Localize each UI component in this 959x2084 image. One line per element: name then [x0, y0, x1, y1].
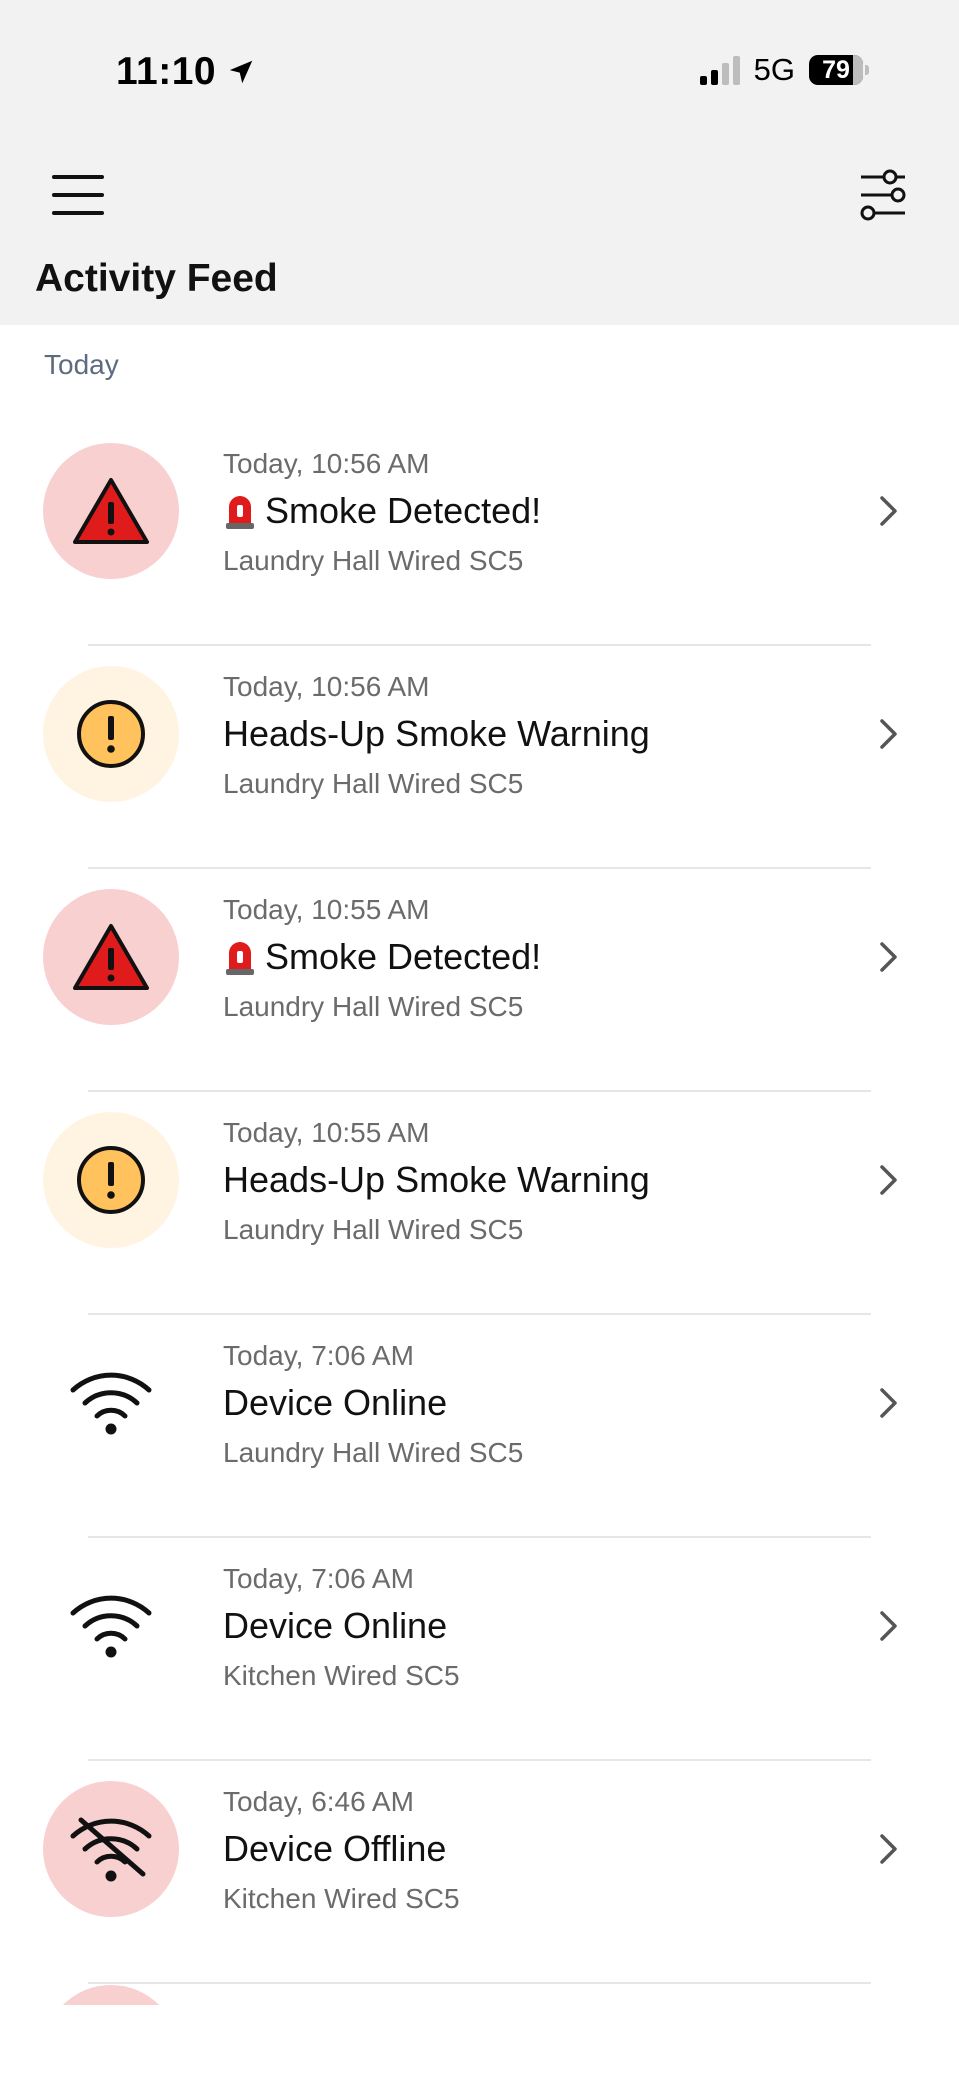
feed-item[interactable]: Today, 6:46 AM Device Offline Kitchen Wi… [0, 1761, 959, 1984]
cellular-signal-icon [699, 55, 740, 85]
event-title: Device Online [223, 1382, 448, 1423]
event-title-row: Device Online [223, 1605, 447, 1647]
status-indicators: 5G 79 [699, 52, 869, 88]
chevron-right-icon [880, 1611, 897, 1641]
event-time: Today, 10:55 AM [223, 1117, 430, 1148]
chevron-right-icon [880, 1388, 897, 1418]
event-title-row: Device Offline [223, 1828, 446, 1870]
event-title: Device Online [223, 1605, 448, 1646]
event-title-row: Heads-Up Smoke Warning [223, 713, 650, 755]
online-icon-badge [43, 1335, 179, 1471]
feed-list: Today, 10:56 AM Smoke Detected! Laundry … [0, 423, 959, 1984]
event-time: Today, 10:56 AM [223, 671, 430, 702]
event-device: Laundry Hall Wired SC5 [223, 768, 524, 799]
location-arrow-icon [229, 60, 253, 84]
warning-icon-badge [43, 1112, 179, 1248]
event-time: Today, 7:06 AM [223, 1340, 414, 1371]
chevron-right-icon [880, 1834, 897, 1864]
event-title-row: Heads-Up Smoke Warning [223, 1159, 650, 1201]
feed-item[interactable]: Today, 10:55 AM Heads-Up Smoke Warning L… [0, 1092, 959, 1315]
section-label-today: Today [44, 349, 119, 380]
hamburger-menu-button[interactable] [52, 175, 104, 215]
event-device: Kitchen Wired SC5 [223, 1883, 460, 1914]
feed-item[interactable]: Today, 10:55 AM Smoke Detected! Laundry … [0, 869, 959, 1092]
chevron-right-icon [880, 496, 897, 526]
event-device: Kitchen Wired SC5 [223, 1660, 460, 1691]
event-title-row: Smoke Detected! [223, 490, 541, 532]
page-title: Activity Feed [35, 257, 278, 300]
wifi-off-icon [70, 1817, 152, 1882]
warning-circle-icon [77, 1146, 145, 1214]
event-title: Heads-Up Smoke Warning [223, 713, 650, 754]
activity-feed[interactable]: Today Today, 10:56 AM Smoke Detected! La… [0, 325, 959, 2005]
siren-icon [226, 496, 254, 529]
status-bar: 11:10 5G 79 [0, 0, 959, 140]
online-icon-badge [43, 1558, 179, 1694]
event-device: Laundry Hall Wired SC5 [223, 545, 524, 576]
alarm-triangle-icon [73, 478, 149, 544]
feed-item[interactable]: Today, 10:56 AM Heads-Up Smoke Warning L… [0, 646, 959, 869]
event-device: Laundry Hall Wired SC5 [223, 1214, 524, 1245]
network-type: 5G [753, 52, 795, 87]
event-time: Today, 7:06 AM [223, 1563, 414, 1594]
offline-icon-badge [43, 1781, 179, 1917]
chevron-right-icon [880, 1165, 897, 1195]
event-time: Today, 10:55 AM [223, 894, 430, 925]
status-time: 11:10 [116, 50, 256, 94]
wifi-icon [70, 1595, 152, 1658]
feed-item[interactable]: Today, 10:56 AM Smoke Detected! Laundry … [0, 423, 959, 646]
alarm-icon-badge [43, 443, 179, 579]
event-title-row: Smoke Detected! [223, 936, 541, 978]
chevron-right-icon [880, 719, 897, 749]
event-device: Laundry Hall Wired SC5 [223, 991, 524, 1022]
battery-level: 79 [822, 55, 850, 84]
event-title-row: Device Online [223, 1382, 447, 1424]
filter-sliders-icon[interactable] [859, 168, 907, 222]
event-title: Smoke Detected! [265, 490, 542, 531]
event-time: Today, 6:46 AM [223, 1786, 414, 1817]
siren-icon [226, 942, 254, 975]
clock-text: 11:10 [116, 50, 217, 93]
event-title: Smoke Detected! [265, 936, 542, 977]
event-title: Heads-Up Smoke Warning [223, 1159, 650, 1200]
alarm-triangle-icon [73, 924, 149, 990]
feed-item[interactable]: Today, 7:06 AM Device Online Laundry Hal… [0, 1315, 959, 1538]
next-item-icon-peek [43, 1985, 179, 2005]
app-header: Activity Feed [0, 140, 959, 325]
feed-item[interactable]: Today, 7:06 AM Device Online Kitchen Wir… [0, 1538, 959, 1761]
warning-icon-badge [43, 666, 179, 802]
alarm-icon-badge [43, 889, 179, 1025]
wifi-icon [70, 1372, 152, 1435]
event-device: Laundry Hall Wired SC5 [223, 1437, 524, 1468]
chevron-right-icon [880, 942, 897, 972]
divider [88, 1982, 871, 1984]
warning-circle-icon [77, 700, 145, 768]
event-time: Today, 10:56 AM [223, 448, 430, 479]
event-title: Device Offline [223, 1828, 447, 1869]
battery-icon: 79 [809, 55, 869, 85]
